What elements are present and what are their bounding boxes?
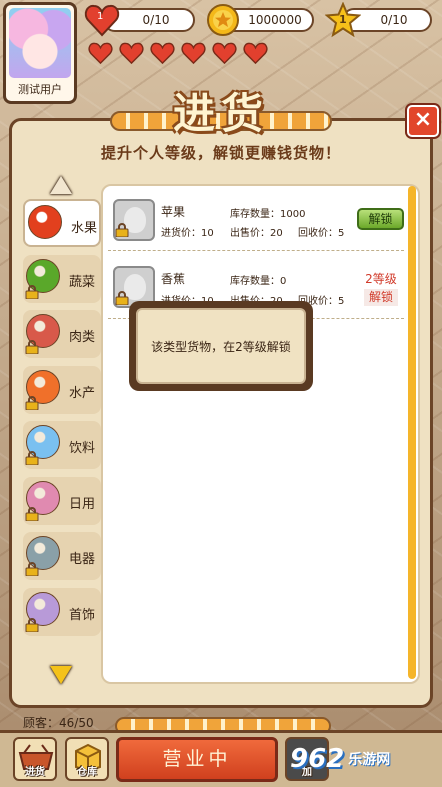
goods-cost: 进货价：10 — [161, 228, 214, 239]
lock-icon — [25, 284, 39, 299]
lock-icon — [25, 506, 39, 521]
category-label: 水产 — [69, 385, 96, 401]
category-label: 首饰 — [69, 607, 96, 623]
lock-icon — [25, 340, 39, 354]
avatar-image — [9, 8, 71, 78]
goods-list[interactable] — [101, 184, 420, 684]
lock-icon — [115, 291, 129, 305]
life-heart-icon — [88, 42, 113, 65]
heart-level-icon: 1 — [84, 3, 120, 37]
lock-tooltip-text: 该类型货物，在2等级解锁 — [136, 308, 306, 384]
locked-unlock-label[interactable]: 解锁 — [364, 289, 398, 306]
lock-icon — [25, 395, 39, 410]
category-tab[interactable]: 电器 — [23, 532, 101, 580]
life-heart-icon — [181, 42, 206, 65]
goods-recycle: 回收价：5 — [298, 228, 345, 239]
category-label: 日用 — [69, 496, 96, 512]
dialog-subtitle: 提升个人等级，解锁更赚钱货物！ — [100, 144, 341, 162]
lock-icon — [25, 562, 39, 576]
category-label: 饮料 — [69, 441, 96, 456]
category-label: 肉类 — [69, 330, 96, 345]
goods-stock: 库存数量：1000 — [230, 209, 306, 220]
warehouse-button[interactable]: 仓库 — [65, 737, 109, 781]
category-tab[interactable]: 蔬菜 — [23, 254, 101, 303]
lock-icon — [25, 617, 39, 632]
category-tab[interactable]: 饮料 — [23, 421, 101, 469]
heart-counter-value: 0/10 — [142, 13, 170, 27]
category-tab[interactable]: 水果 — [23, 199, 101, 247]
customer-count: 顾客：46/50 — [23, 716, 94, 730]
watermark: 962 乐游网 — [290, 734, 440, 784]
lives-row — [88, 42, 268, 65]
watermark-logo: 962 — [290, 744, 345, 774]
category-label: 蔬菜 — [69, 274, 96, 290]
category-scroll-up-icon[interactable] — [50, 176, 72, 194]
category-scroll-down-icon[interactable] — [50, 666, 72, 684]
lock-tooltip: 该类型货物，在2等级解锁 — [129, 301, 313, 391]
star-counter-value: 0/10 — [380, 13, 408, 27]
list-divider — [108, 250, 404, 251]
coin-icon — [206, 3, 240, 37]
goods-sale: 出售价：20 — [230, 228, 283, 239]
category-tab[interactable]: 水产 — [23, 365, 101, 414]
goods-name: 香蕉 — [161, 272, 186, 286]
goods-stock: 库存数量：0 — [230, 276, 287, 287]
watermark-text: 乐游网 — [348, 752, 391, 768]
star-level-value: 1 — [339, 13, 347, 26]
heart-level-value: 1 — [97, 11, 104, 22]
category-label: 电器 — [69, 552, 96, 567]
dialog-title: 进货 — [172, 89, 269, 138]
stock-button[interactable]: 进货 — [13, 737, 57, 781]
life-heart-icon — [150, 42, 175, 65]
unlock-button[interactable]: 解锁 — [357, 208, 404, 230]
lock-icon — [115, 223, 129, 237]
star-level-icon: 1 — [325, 2, 361, 38]
close-button[interactable]: × — [407, 105, 439, 137]
goods-name: 苹果 — [161, 205, 186, 219]
category-tab[interactable]: 日用 — [23, 476, 101, 525]
apple-icon — [28, 205, 62, 239]
coin-counter-value: 1000000 — [248, 13, 302, 27]
category-tab[interactable]: 首饰 — [23, 587, 101, 636]
category-tab[interactable]: 肉类 — [23, 310, 101, 358]
required-level-label: 2等级 — [365, 272, 397, 286]
stock-button-label: 进货 — [25, 767, 45, 778]
life-heart-icon — [119, 42, 144, 65]
life-heart-icon — [212, 42, 237, 65]
life-heart-icon — [243, 42, 268, 65]
category-label: 水果 — [71, 221, 98, 236]
goods-scrollbar[interactable] — [408, 186, 416, 679]
lock-icon — [25, 451, 39, 465]
warehouse-button-label: 仓库 — [77, 767, 97, 778]
business-status-button[interactable]: 营业中 — [116, 737, 278, 782]
